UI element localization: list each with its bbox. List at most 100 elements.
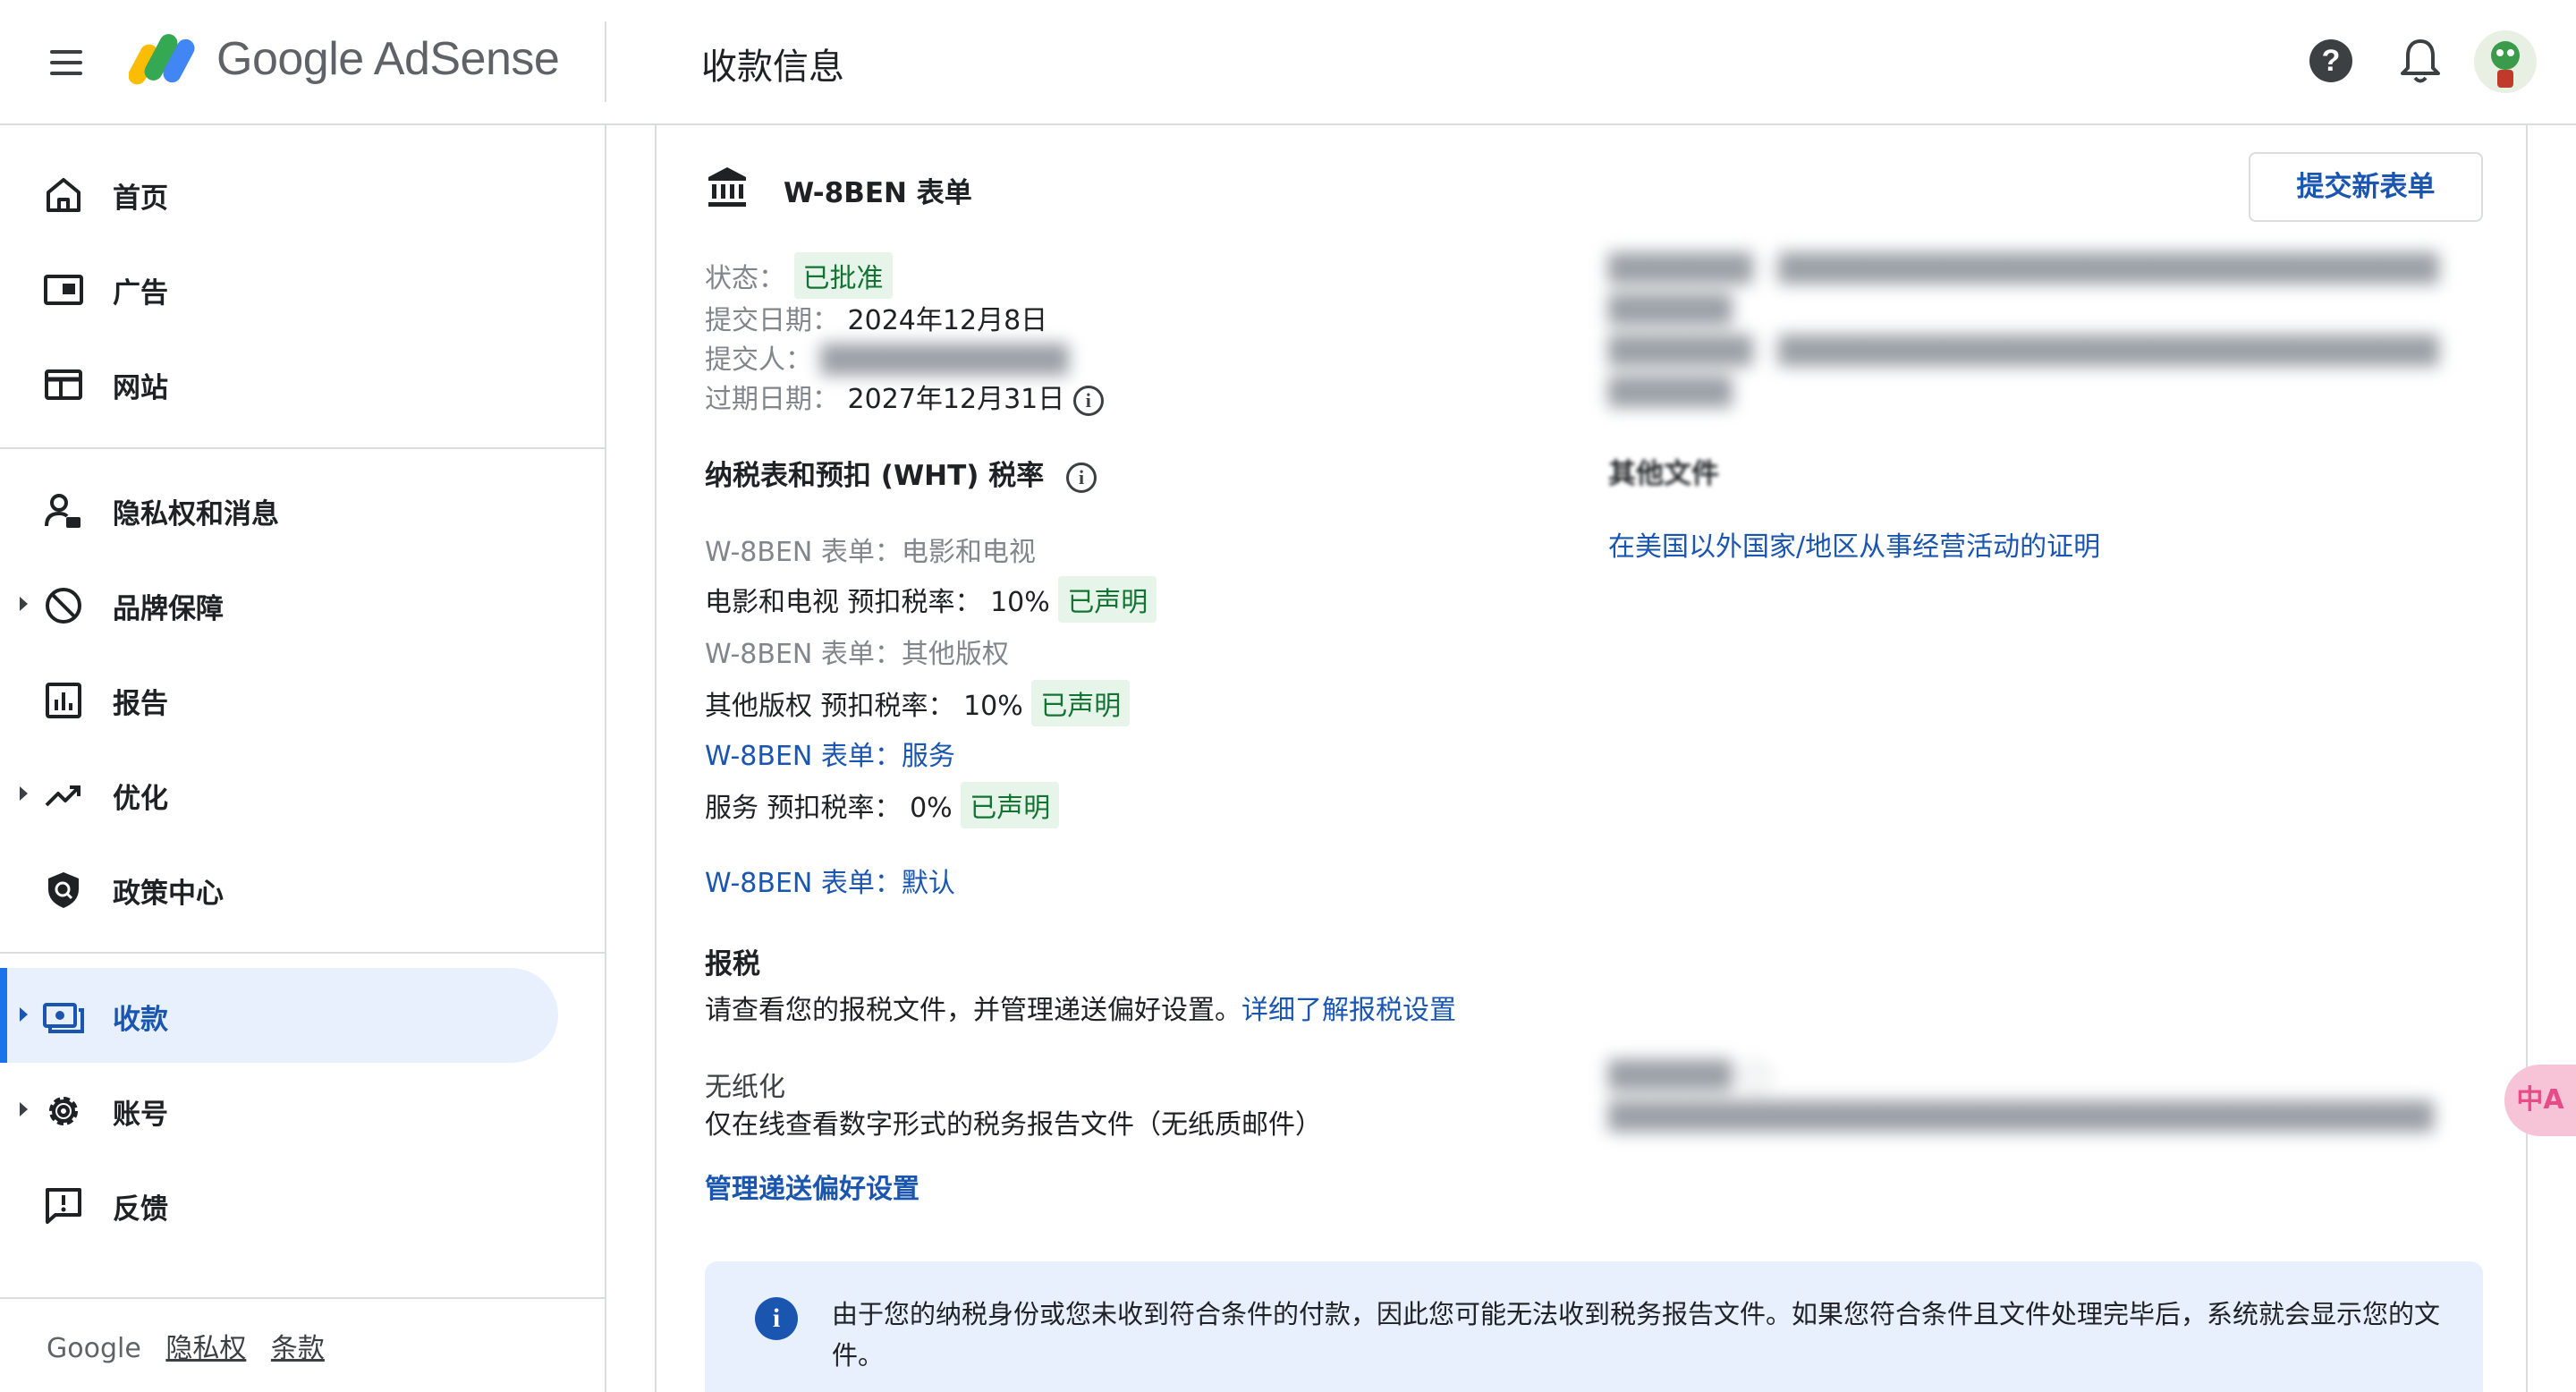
sidebar-item-brand-safety[interactable]: 品牌保障: [0, 557, 558, 652]
footer-google: Google: [47, 1333, 141, 1364]
sidebar-item-label: 隐私权和消息: [113, 498, 279, 530]
manage-delivery-link[interactable]: 管理递送偏好设置: [705, 1167, 919, 1206]
brand-name: Google AdSense: [216, 33, 560, 85]
rate-text: 服务 预扣税率： 0%: [705, 793, 953, 824]
redacted-details: ███████ · ██████████████████████████████…: [1608, 253, 2439, 408]
block-icon: [46, 588, 81, 624]
info-icon[interactable]: i: [1066, 462, 1097, 493]
redacted-paperless-details: ██████ ◯ ████████████████████████████████…: [1608, 1060, 2434, 1133]
rate-form-services-link[interactable]: W-8BEN 表单：服务: [705, 734, 955, 773]
expiry-label: 过期日期：: [705, 384, 839, 415]
feedback-icon: [46, 1188, 81, 1224]
status-badge: 已批准: [793, 252, 893, 299]
tax-learn-more-link[interactable]: 详细了解报税设置: [1241, 995, 1456, 1026]
tax-desc: 请查看您的报税文件，并管理递送偏好设置。: [705, 995, 1241, 1026]
translate-icon[interactable]: 中A: [2504, 1065, 2576, 1136]
sidebar-item-label: 反馈: [113, 1193, 168, 1226]
info-notice: i 由于您的纳税身份或您未收到符合条件的付款，因此您可能无法收到税务报告文件。如…: [705, 1261, 2483, 1392]
terms-link[interactable]: 条款: [271, 1333, 325, 1364]
sidebar-item-payments[interactable]: 收款: [0, 968, 558, 1063]
declared-badge: 已声明: [1058, 576, 1157, 623]
avatar[interactable]: [2474, 30, 2537, 93]
adsense-logo-icon[interactable]: [129, 29, 197, 88]
sidebar-item-label: 广告: [113, 277, 168, 310]
wht-title-text: 纳税表和预扣 (WHT) 税率: [705, 460, 1045, 492]
bank-icon: [708, 167, 746, 207]
wht-title: 纳税表和预扣 (WHT) 税率 i: [705, 453, 1097, 493]
sidebar-item-label: 网站: [113, 372, 168, 404]
notice-text: 由于您的纳税身份或您未收到符合条件的付款，因此您可能无法收到税务报告文件。如果您…: [832, 1299, 2441, 1371]
paperless-desc: 仅在线查看数字形式的税务报告文件（无纸质邮件）: [705, 1109, 1322, 1141]
rate-form-copyright: W-8BEN 表单：其他版权: [705, 639, 1009, 670]
shield-icon: [48, 872, 79, 908]
sidebar-item-ads[interactable]: 广告: [0, 242, 558, 336]
info-icon[interactable]: i: [1072, 385, 1104, 416]
sidebar-item-sites[interactable]: 网站: [0, 336, 558, 431]
sidebar-item-label: 账号: [113, 1099, 168, 1131]
settings-icon: [49, 1097, 78, 1125]
sidebar-item-feedback[interactable]: 反馈: [0, 1158, 558, 1252]
divider: [0, 1297, 605, 1299]
sidebar-item-label: 政策中心: [113, 878, 224, 910]
rate-row-services: 服务 预扣税率： 0% 已声明: [705, 782, 1060, 828]
sidebar-item-privacy-messaging[interactable]: 隐私权和消息: [0, 463, 558, 557]
sidebar-item-label: 报告: [113, 688, 168, 720]
sidebar-footer: Google 隐私权 条款: [47, 1326, 341, 1365]
submitted-label: 提交日期：: [705, 305, 839, 336]
payments-icon: [43, 1003, 84, 1033]
menu-icon[interactable]: [45, 45, 88, 81]
declared-badge: 已声明: [961, 782, 1060, 828]
home-icon: [47, 178, 80, 212]
submitter-row: 提交人： ████████████: [705, 337, 1068, 377]
top-app-bar: Google AdSense 收款信息 ?: [0, 0, 2576, 125]
chevron-right-icon: [20, 1102, 28, 1116]
tax-title: 报税: [705, 948, 760, 980]
chevron-right-icon: [20, 1007, 28, 1022]
divider: [0, 952, 605, 954]
rate-row-copyright: 其他版权 预扣税率： 10% 已声明: [705, 680, 1131, 726]
status-row: 状态： 已批准: [705, 252, 893, 299]
sites-icon: [45, 369, 82, 400]
submitter-value-redacted: ████████████: [820, 344, 1069, 376]
default-form-link[interactable]: W-8BEN 表单：默认: [705, 861, 955, 900]
status-label: 状态：: [705, 263, 785, 294]
chevron-right-icon: [20, 597, 28, 611]
form-title: W-8BEN 表单: [784, 177, 972, 209]
help-icon[interactable]: ?: [2309, 39, 2352, 82]
privacy-messaging-icon: [45, 494, 80, 528]
page-title: 收款信息: [701, 47, 844, 88]
rate-form-film: W-8BEN 表单：电影和电视: [705, 537, 1036, 568]
privacy-link[interactable]: 隐私权: [165, 1333, 246, 1364]
tax-info-card: W-8BEN 表单 提交新表单 状态： 已批准 提交日期： 2024年12月8日…: [655, 125, 2528, 1392]
sidebar-item-account[interactable]: 账号: [0, 1063, 558, 1158]
rate-text: 其他版权 预扣税率： 10%: [705, 691, 1023, 722]
tax-desc-row: 请查看您的报税文件，并管理递送偏好设置。详细了解报税设置: [705, 988, 1456, 1027]
divider: [0, 447, 605, 449]
divider: [605, 21, 606, 102]
rate-row-film: 电影和电视 预扣税率： 10% 已声明: [705, 576, 1157, 623]
sidebar-item-label: 首页: [113, 182, 168, 215]
rate-text: 电影和电视 预扣税率： 10%: [705, 587, 1050, 618]
other-docs-link[interactable]: 在美国以外国家/地区从事经营活动的证明: [1608, 524, 2100, 564]
sidebar-item-optimization[interactable]: 优化: [0, 747, 558, 842]
sidebar-item-label: 优化: [113, 783, 168, 815]
submitted-row: 提交日期： 2024年12月8日: [705, 298, 1047, 337]
info-icon: i: [755, 1297, 798, 1340]
submitted-date: 2024年12月8日: [847, 305, 1048, 336]
sidebar-item-label: 收款: [113, 1004, 168, 1036]
submit-new-form-button[interactable]: 提交新表单: [2249, 152, 2483, 222]
notifications-icon[interactable]: [2397, 36, 2444, 86]
expiry-date: 2027年12月31日: [847, 384, 1065, 415]
paperless-title: 无纸化: [705, 1072, 785, 1103]
sidebar-item-policy-center[interactable]: 政策中心: [0, 842, 558, 937]
submitter-label: 提交人：: [705, 344, 812, 376]
declared-badge: 已声明: [1031, 680, 1131, 726]
sidebar-item-home[interactable]: 首页: [0, 147, 558, 242]
ads-icon: [44, 275, 83, 305]
sidebar-nav: 首页 广告 网站 隐私权和消息 品牌保障 报告 优化 政策中心 收款 账号 反馈…: [0, 125, 606, 1392]
expiry-row: 过期日期： 2027年12月31日 i: [705, 377, 1104, 416]
sidebar-item-reports[interactable]: 报告: [0, 652, 558, 747]
other-docs-title: 其他文件: [1608, 458, 1719, 490]
active-indicator: [0, 968, 7, 1063]
sidebar-item-label: 品牌保障: [113, 593, 224, 625]
